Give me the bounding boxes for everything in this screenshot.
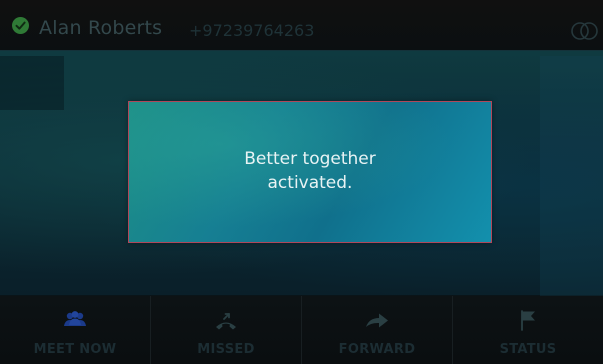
dialog-message-line: activated. xyxy=(267,173,353,193)
status-button[interactable]: STATUS xyxy=(453,296,603,364)
presence-available-icon xyxy=(12,17,29,34)
missed-calls-button[interactable]: MISSED xyxy=(151,296,302,364)
status-bar: Alan Roberts +97239764263 xyxy=(0,0,603,51)
meet-now-button[interactable]: MEET NOW xyxy=(0,296,151,364)
dimmed-element xyxy=(0,56,64,110)
softkey-label: STATUS xyxy=(499,342,557,357)
softkey-bar: MEET NOW MISSED FORWARD STATUS xyxy=(0,296,603,364)
dimmed-element xyxy=(540,56,603,296)
phone-screen: Alan Roberts +97239764263 Better togethe… xyxy=(0,0,603,364)
missed-call-icon xyxy=(211,308,241,332)
softkey-label: MISSED xyxy=(197,342,255,357)
forward-icon xyxy=(362,308,392,332)
dialog-message: Better together activated. xyxy=(129,147,491,195)
user-name: Alan Roberts xyxy=(39,17,163,39)
softkey-label: FORWARD xyxy=(338,342,416,357)
notification-dialog[interactable]: Better together activated. xyxy=(128,101,492,243)
phone-number: +97239764263 xyxy=(189,21,315,40)
meet-now-icon xyxy=(60,308,90,332)
forward-button[interactable]: FORWARD xyxy=(302,296,453,364)
flag-icon xyxy=(513,308,543,332)
softkey-label: MEET NOW xyxy=(33,342,117,357)
dialog-message-line: Better together xyxy=(244,149,376,169)
better-together-icon[interactable] xyxy=(570,21,603,41)
